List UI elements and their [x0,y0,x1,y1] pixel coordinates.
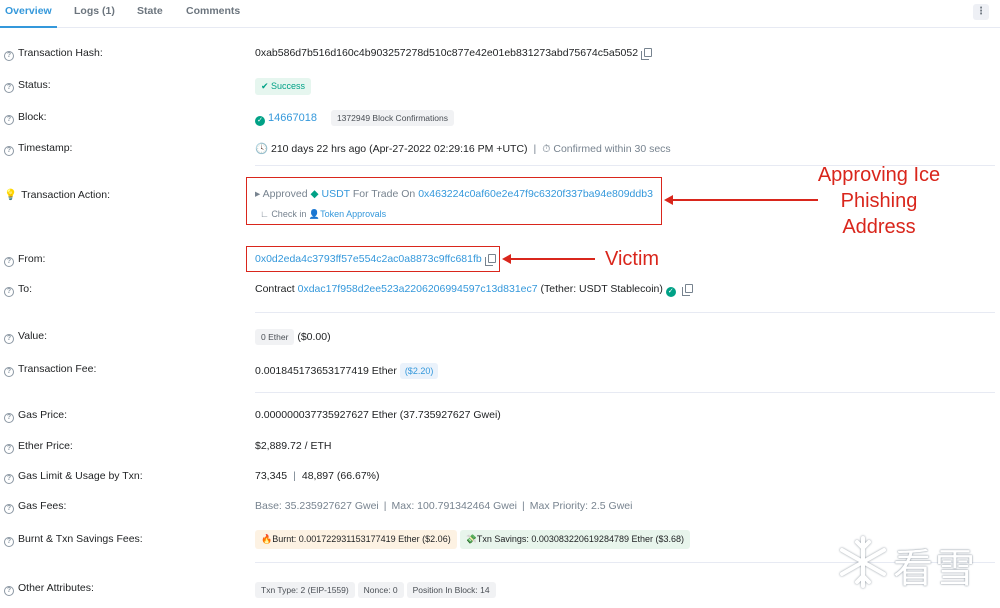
ether-price-label: Ether Price: [18,440,73,452]
copy-icon[interactable] [641,48,653,60]
status-label: Status: [18,79,51,91]
tx-fee-usd-badge: ($2.20) [399,363,439,379]
timer-icon: ⏱ [542,143,554,155]
other-attrs-label: Other Attributes: [18,582,94,594]
victim-arrow-line [510,258,595,260]
tab-overview[interactable]: Overview [5,5,52,17]
status-badge: ✔ Success [255,78,312,95]
to-label: To: [18,283,33,295]
value-chip: 0 Ether [255,329,295,345]
check-circle-icon: ✓ [255,116,265,126]
copy-icon[interactable] [681,284,693,296]
burnt-badge: 🔥Burnt: 0.001722931153177419 Ether ($2.0… [255,530,457,549]
tab-comments[interactable]: Comments [186,5,240,17]
position-badge: Position In Block: 14 [406,582,496,598]
timestamp-label: Timestamp: [18,142,73,154]
help-icon: ? [4,586,14,596]
active-tab-indicator [0,26,57,28]
tx-hash-label: Transaction Hash: [18,47,103,59]
help-icon: ? [4,444,14,454]
help-icon: ? [4,413,14,423]
approving-arrow-line [672,199,818,201]
gas-usage-value: 48,897 (66.67%) [301,470,380,482]
tab-state[interactable]: State [137,5,163,17]
action-highlight-box [246,177,662,225]
gas-price-label: Gas Price: [18,409,68,421]
to-prefix: Contract [255,283,295,295]
watermark-logo: 看雪 [835,532,995,592]
from-highlight-box [246,246,500,272]
tx-fee-label: Transaction Fee: [18,363,97,375]
help-icon: ? [4,474,14,484]
help-icon: ? [4,287,14,297]
from-label: From: [18,253,46,265]
tab-logs[interactable]: Logs (1) [74,5,115,17]
divider [255,312,995,313]
approving-annotation: Approving Ice Phishing Address [817,164,941,238]
contract-address-link[interactable]: 0xdac17f958d2ee523a2206206994597c13d831e… [298,283,538,295]
txn-type-badge: Txn Type: 2 (EIP-1559) [255,582,355,598]
lightbulb-icon: 💡 [4,189,18,201]
help-icon: ? [4,115,14,125]
confirmed-within: Confirmed within 30 secs [553,143,671,155]
gas-limit-label: Gas Limit & Usage by Txn: [18,470,143,482]
help-icon: ? [4,51,14,61]
snowflake-icon [840,536,886,588]
victim-arrow-head [502,254,511,264]
savings-badge: 💸Txn Savings: 0.003083220619284789 Ether… [459,530,690,549]
help-icon: ? [4,537,14,547]
gas-fees-label: Gas Fees: [18,500,67,512]
money-icon: 💸 [465,534,477,544]
tx-fee-amount: 0.001845173653177419 Ether [255,365,397,377]
help-icon: ? [4,367,14,377]
help-icon: ? [4,504,14,514]
tab-bar: Overview Logs (1) State Comments ⋮ [0,0,1000,28]
gas-limit-value: 73,345 [255,470,288,482]
help-icon: ? [4,257,14,267]
more-options-button[interactable]: ⋮ [973,4,989,20]
victim-annotation: Victim [605,248,660,270]
gas-fee-max-priority: Max Priority: 2.5 Gwei [529,500,633,512]
verified-check-icon: ✓ [665,287,676,297]
help-icon: ? [4,146,14,156]
block-label: Block: [18,111,47,123]
gas-fee-base: Base: 35.235927627 Gwei [255,500,379,512]
timestamp-value: 210 days 22 hrs ago (Apr-27-2022 02:29:1… [271,143,528,155]
help-icon: ? [4,334,14,344]
contract-name: (Tether: USDT Stablecoin) [540,283,663,295]
clock-icon: 🕓 [255,143,271,155]
tx-hash-value: 0xab586d7b516d160c4b903257278d510c877e42… [255,47,639,59]
ether-price-value: $2,889.72 / ETH [255,440,332,452]
value-label: Value: [18,330,47,342]
burnt-fees-label: Burnt & Txn Savings Fees: [18,533,143,545]
help-icon: ? [4,83,14,93]
tx-action-label: Transaction Action: [21,189,110,201]
fire-icon: 🔥 [261,534,273,544]
gas-fee-max: Max: 100.791342464 Gwei [391,500,518,512]
check-circle-icon: ✔ [261,81,272,91]
watermark-text: 看雪 [893,546,977,592]
nonce-badge: Nonce: 0 [357,582,404,598]
approving-arrow-head [664,195,673,205]
divider [255,392,995,393]
block-confirmations-badge: 1372949 Block Confirmations [330,110,454,126]
value-usd: ($0.00) [297,331,331,343]
gas-price-value: 0.000000037735927627 Ether (37.735927627… [255,409,501,421]
block-number-link[interactable]: 14667018 [268,112,317,124]
